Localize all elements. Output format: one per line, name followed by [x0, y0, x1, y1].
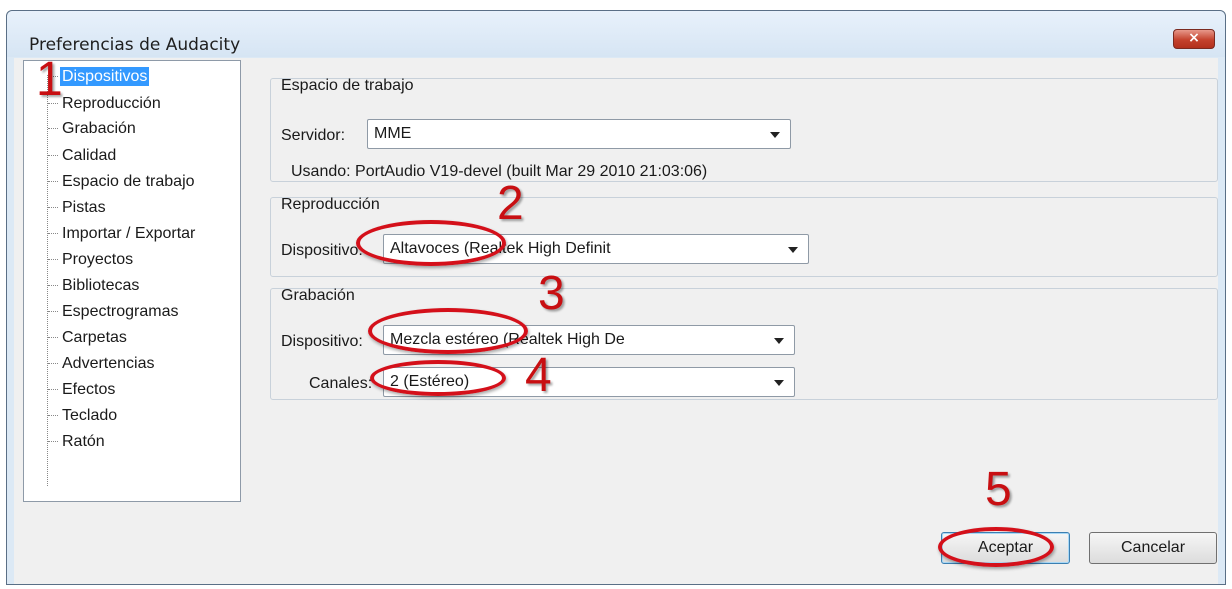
channels-label: Canales: — [309, 375, 373, 392]
sidebar-item-label: Espectrogramas — [62, 303, 179, 320]
sidebar-item-efectos[interactable]: Efectos — [48, 379, 117, 401]
sidebar-item-label: Teclado — [62, 407, 118, 424]
annotation-circle-ok — [938, 527, 1054, 567]
chevron-down-icon — [788, 247, 798, 253]
sidebar-item-label: Reproducción — [62, 95, 161, 112]
annotation-number-1: 1 — [36, 53, 63, 106]
sidebar-item-label: Proyectos — [62, 251, 134, 268]
sidebar-item-label: Dispositivos — [60, 67, 150, 86]
sidebar-item-label: Efectos — [62, 381, 116, 398]
sidebar-item-bibliotecas[interactable]: Bibliotecas — [48, 275, 141, 297]
sidebar-item-raton[interactable]: Ratón — [48, 431, 107, 453]
sidebar-item-label: Carpetas — [62, 329, 127, 346]
sidebar-item-carpetas[interactable]: Carpetas — [48, 327, 129, 349]
window-title: Preferencias de Audacity — [29, 35, 241, 55]
sidebar-item-label: Calidad — [62, 147, 117, 164]
sidebar-item-espectrogramas[interactable]: Espectrogramas — [48, 301, 181, 323]
sidebar-item-teclado[interactable]: Teclado — [48, 405, 119, 427]
sidebar-item-grabacion[interactable]: Grabación — [48, 118, 138, 140]
chevron-down-icon — [774, 380, 784, 386]
sidebar-item-label: Advertencias — [62, 355, 155, 372]
recording-device-label: Dispositivo: — [281, 333, 363, 350]
annotation-number-4: 4 — [525, 349, 552, 402]
playback-device-label: Dispositivo: — [281, 242, 363, 259]
sidebar-item-label: Grabación — [62, 120, 136, 137]
sidebar-item-proyectos[interactable]: Proyectos — [48, 249, 135, 271]
sidebar-item-calidad[interactable]: Calidad — [48, 145, 118, 167]
sidebar-item-label: Ratón — [62, 433, 105, 450]
chevron-down-icon — [774, 338, 784, 344]
dialog-client-area: Dispositivos Reproducción Grabación Cali… — [14, 58, 1218, 584]
annotation-number-5: 5 — [985, 463, 1012, 516]
host-label: Servidor: — [281, 127, 346, 144]
annotation-circle-playback — [356, 220, 506, 266]
cancel-button[interactable]: Cancelar — [1089, 532, 1217, 564]
title-bar: Preferencias de Audacity × — [7, 11, 1225, 57]
playback-group-title: Reproducción — [281, 196, 380, 213]
sidebar-item-advertencias[interactable]: Advertencias — [48, 353, 157, 375]
sidebar-item-dispositivos[interactable]: Dispositivos — [48, 66, 150, 88]
sidebar-item-label: Espacio de trabajo — [62, 173, 195, 190]
host-select[interactable]: MME — [367, 119, 791, 149]
sidebar-item-reproduccion[interactable]: Reproducción — [48, 93, 163, 115]
sidebar-item-label: Importar / Exportar — [62, 225, 196, 242]
annotation-number-2: 2 — [497, 177, 524, 230]
chevron-down-icon — [770, 132, 780, 138]
interface-group-title: Espacio de trabajo — [281, 77, 414, 94]
sidebar-item-importar-exportar[interactable]: Importar / Exportar — [48, 223, 197, 245]
annotation-circle-recording — [368, 308, 528, 354]
interface-group: Espacio de trabajo Servidor: MME Usando:… — [270, 77, 1218, 182]
close-button[interactable]: × — [1173, 29, 1215, 49]
sidebar-item-espacio-de-trabajo[interactable]: Espacio de trabajo — [48, 171, 197, 193]
annotation-circle-channels — [370, 360, 506, 396]
sidebar-item-label: Pistas — [62, 199, 106, 216]
sidebar-item-pistas[interactable]: Pistas — [48, 197, 108, 219]
recording-group-title: Grabación — [281, 287, 355, 304]
annotation-number-3: 3 — [538, 267, 565, 320]
host-select-value: MME — [374, 125, 412, 142]
preferences-dialog: Preferencias de Audacity × Dispositivos … — [6, 10, 1226, 585]
preferences-tree[interactable]: Dispositivos Reproducción Grabación Cali… — [23, 60, 241, 502]
close-icon: × — [1188, 30, 1200, 46]
sidebar-item-label: Bibliotecas — [62, 277, 140, 294]
